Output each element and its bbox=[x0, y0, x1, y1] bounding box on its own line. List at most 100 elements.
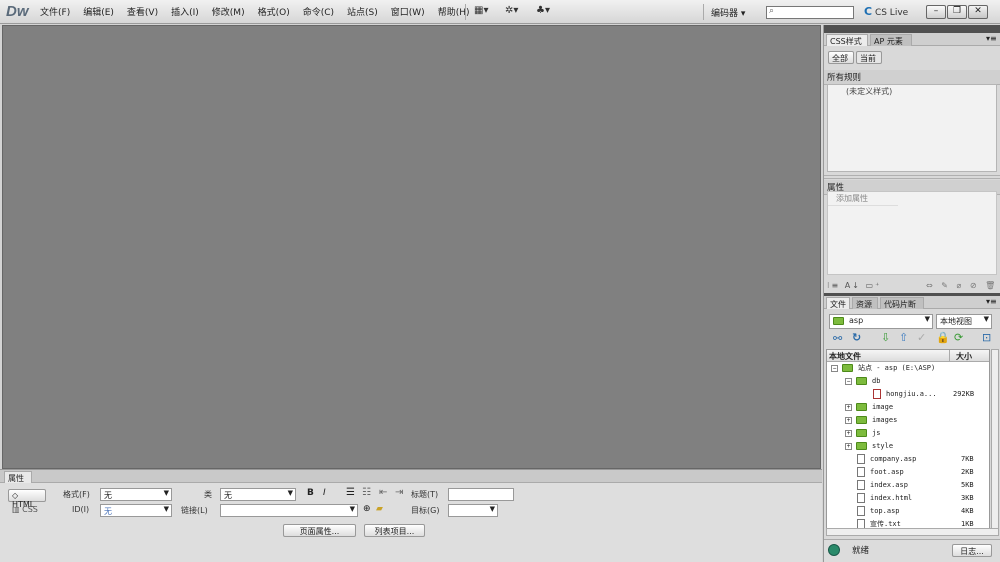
expand-icon[interactable]: + bbox=[845, 442, 852, 450]
close-button[interactable]: ✕ bbox=[968, 5, 988, 19]
html-mode-button[interactable]: ◇ HTML bbox=[8, 489, 46, 509]
title-input[interactable] bbox=[448, 488, 514, 501]
file-row[interactable]: index.asp 5KB bbox=[827, 479, 989, 492]
add-property-link[interactable]: 添加属性 bbox=[828, 192, 898, 206]
properties-tab[interactable]: 属性 bbox=[4, 471, 32, 483]
unordered-list-icon[interactable]: ☰ bbox=[346, 487, 355, 498]
outdent-icon[interactable]: ⇤ bbox=[379, 487, 387, 498]
splitter-handle[interactable] bbox=[824, 175, 1000, 179]
expand-icon[interactable]: + bbox=[845, 403, 852, 411]
tab-ap-elements[interactable]: AP 元素 bbox=[870, 34, 912, 46]
column-size[interactable]: 大小 bbox=[956, 351, 972, 362]
menu-separator bbox=[703, 4, 704, 20]
horizontal-scrollbar[interactable] bbox=[826, 528, 999, 536]
help-search-input[interactable]: ⌕ bbox=[766, 6, 854, 19]
folder-row-db[interactable]: − db bbox=[827, 375, 989, 388]
gear-icon[interactable]: ✲▾ bbox=[505, 5, 518, 16]
collapse-icon[interactable]: − bbox=[845, 377, 852, 385]
show-current-button[interactable]: 当前 bbox=[856, 51, 882, 64]
bold-button[interactable]: B bbox=[307, 488, 314, 498]
expand-icon[interactable]: + bbox=[845, 429, 852, 437]
folder-row[interactable]: + style bbox=[827, 440, 989, 453]
folder-row[interactable]: + js bbox=[827, 427, 989, 440]
view-select-value: 本地视图 bbox=[940, 317, 972, 326]
cs-live-button[interactable]: C CS Live bbox=[864, 5, 908, 18]
link-label: 链接(L) bbox=[181, 506, 208, 515]
site-root-row[interactable]: − 站点 - asp (E:\ASP) bbox=[827, 362, 989, 375]
target-select[interactable]: ▼ bbox=[448, 504, 498, 517]
tab-css-styles[interactable]: CSS样式 bbox=[826, 34, 868, 46]
check-in-icon[interactable]: 🔒 bbox=[936, 331, 950, 344]
panel-options-icon[interactable]: ▾≡ bbox=[986, 34, 997, 43]
link-input[interactable]: ▼ bbox=[220, 504, 358, 517]
class-select[interactable]: 无 ▼ bbox=[220, 488, 296, 501]
workspace-switcher[interactable]: 编码器 ▾ bbox=[708, 4, 754, 19]
file-tree[interactable]: 本地文件 大小 − 站点 - asp (E:\ASP) − db hongjiu.a… bbox=[826, 349, 990, 533]
menu-edit[interactable]: 编辑(E) bbox=[83, 5, 114, 18]
menu-commands[interactable]: 命令(C) bbox=[303, 5, 334, 18]
file-row[interactable]: company.asp 7KB bbox=[827, 453, 989, 466]
css-properties-grid[interactable]: 添加属性 bbox=[827, 191, 997, 275]
menu-file[interactable]: 文件(F) bbox=[40, 5, 70, 18]
menu-site[interactable]: 站点(S) bbox=[347, 5, 378, 18]
refresh-icon[interactable]: ↻ bbox=[852, 331, 861, 344]
menu-insert[interactable]: 插入(I) bbox=[171, 5, 199, 18]
check-out-icon[interactable]: ✓ bbox=[917, 331, 926, 344]
folder-icon bbox=[856, 403, 867, 411]
collapse-icon[interactable]: − bbox=[831, 364, 838, 372]
id-select[interactable]: 无 ▼ bbox=[100, 504, 172, 517]
browse-folder-icon[interactable]: ▰ bbox=[376, 504, 383, 514]
folder-row[interactable]: + image bbox=[827, 401, 989, 414]
file-icon bbox=[857, 467, 865, 477]
expand-panel-icon[interactable]: ⊡ bbox=[982, 331, 991, 344]
format-value: 无 bbox=[104, 491, 112, 500]
synchronize-icon[interactable]: ⟳ bbox=[954, 331, 963, 344]
format-select[interactable]: 无 ▼ bbox=[100, 488, 172, 501]
point-to-file-icon[interactable]: ⊕ bbox=[363, 504, 371, 514]
menu-format[interactable]: 格式(O) bbox=[258, 5, 290, 18]
put-files-icon[interactable]: ⇧ bbox=[899, 331, 908, 344]
folder-name: js bbox=[872, 429, 881, 437]
column-local-files[interactable]: 本地文件 bbox=[829, 351, 861, 362]
restore-button[interactable]: ❐ bbox=[947, 5, 967, 19]
document-area[interactable] bbox=[2, 25, 821, 469]
site-map-icon[interactable]: ♣▾ bbox=[536, 5, 550, 16]
css-view-mode-icons[interactable]: ⁝≡ A↓ ▭⁺ bbox=[827, 281, 881, 290]
file-row[interactable]: foot.asp 2KB bbox=[827, 466, 989, 479]
menu-view[interactable]: 查看(V) bbox=[127, 5, 158, 18]
italic-button[interactable]: I bbox=[323, 488, 326, 498]
css-mode-button[interactable]: ▥ CSS bbox=[12, 505, 38, 514]
properties-tab-bar: 属性 bbox=[0, 470, 822, 483]
menu-window[interactable]: 窗口(W) bbox=[391, 5, 425, 18]
tab-snippets[interactable]: 代码片断 bbox=[880, 297, 924, 309]
right-panel-dock: CSS样式 AP 元素 ▾≡ 全部 当前 所有规则 (未定义样式) 属性 添加属… bbox=[823, 25, 1000, 562]
show-all-button[interactable]: 全部 bbox=[828, 51, 854, 64]
log-button[interactable]: 日志... bbox=[952, 544, 992, 557]
list-item-button[interactable]: 列表项目... bbox=[364, 524, 425, 537]
vertical-scrollbar[interactable] bbox=[991, 349, 999, 533]
panel-options-icon[interactable]: ▾≡ bbox=[986, 297, 997, 306]
view-select[interactable]: 本地视图 ▼ bbox=[936, 314, 992, 329]
file-size: 5KB bbox=[961, 481, 974, 489]
folder-row[interactable]: + images bbox=[827, 414, 989, 427]
layout-icon[interactable]: ▦▾ bbox=[474, 5, 488, 16]
file-row[interactable]: index.html 3KB bbox=[827, 492, 989, 505]
menu-modify[interactable]: 修改(M) bbox=[212, 5, 245, 18]
rules-list[interactable]: (未定义样式) bbox=[827, 84, 997, 172]
panel-collapse-bar[interactable] bbox=[824, 25, 1000, 33]
file-row[interactable]: hongjiu.a... 292KB bbox=[827, 388, 989, 401]
indent-icon[interactable]: ⇥ bbox=[395, 487, 403, 498]
undefined-style-item[interactable]: (未定义样式) bbox=[828, 85, 996, 98]
page-properties-button[interactable]: 页面属性... bbox=[283, 524, 356, 537]
file-row[interactable]: top.asp 4KB bbox=[827, 505, 989, 518]
css-action-icons[interactable]: ⇔ ✎ ⌀ ⊘ 🗑 bbox=[926, 281, 998, 290]
expand-icon[interactable]: + bbox=[845, 416, 852, 424]
ordered-list-icon[interactable]: ☷ bbox=[362, 487, 371, 498]
minimize-button[interactable]: – bbox=[926, 5, 946, 19]
connect-icon[interactable]: ⚯ bbox=[833, 332, 842, 345]
get-files-icon[interactable]: ⇩ bbox=[881, 331, 890, 344]
site-select[interactable]: asp ▼ bbox=[829, 314, 933, 329]
tab-files[interactable]: 文件 bbox=[826, 297, 850, 309]
tab-assets[interactable]: 资源 bbox=[852, 297, 878, 309]
menu-bar: Dw 文件(F) 编辑(E) 查看(V) 插入(I) 修改(M) 格式(O) 命… bbox=[0, 0, 1000, 24]
